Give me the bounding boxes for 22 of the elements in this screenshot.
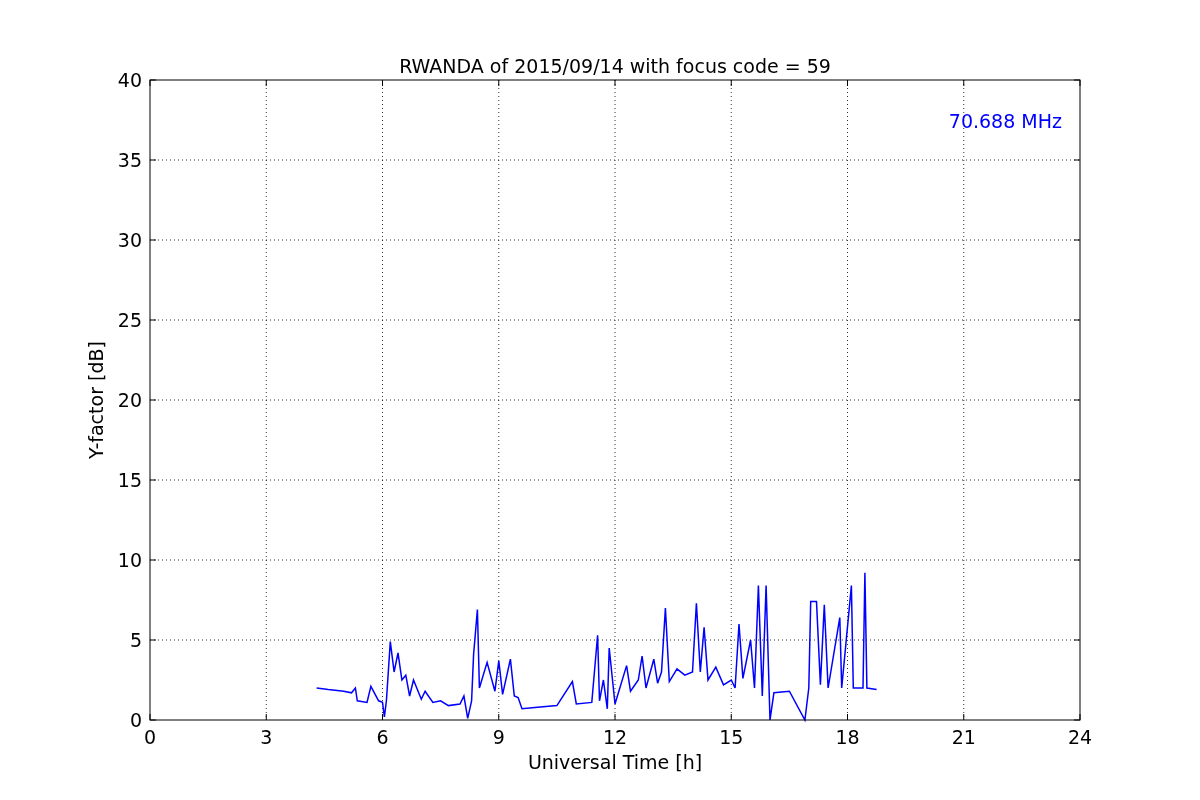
y-tick-label: 25 xyxy=(117,309,142,331)
y-tick-label: 10 xyxy=(117,549,142,571)
y-tick-label: 40 xyxy=(117,69,142,91)
x-tick-label: 6 xyxy=(376,726,389,748)
x-tick-label: 24 xyxy=(1067,726,1093,748)
y-axis-label: Y-factor [dB] xyxy=(85,341,107,459)
series-label: 70.688 MHz xyxy=(948,110,1062,132)
x-tick-label: 9 xyxy=(492,726,505,748)
chart-title: RWANDA of 2015/09/14 with focus code = 59 xyxy=(399,55,831,77)
y-tick-label: 15 xyxy=(117,469,142,491)
y-tick-label: 30 xyxy=(117,229,142,251)
y-tick-label: 35 xyxy=(117,149,142,171)
y-tick-label: 20 xyxy=(117,389,142,411)
x-tick-label: 12 xyxy=(602,726,628,748)
x-tick-label: 3 xyxy=(260,726,273,748)
x-tick-label: 18 xyxy=(835,726,860,748)
y-tick-label: 0 xyxy=(129,709,142,731)
x-tick-label: 21 xyxy=(951,726,976,748)
x-tick-label: 15 xyxy=(719,726,744,748)
y-tick-label: 5 xyxy=(129,629,142,651)
x-tick-label: 0 xyxy=(143,726,157,748)
x-axis-label: Universal Time [h] xyxy=(527,751,703,773)
